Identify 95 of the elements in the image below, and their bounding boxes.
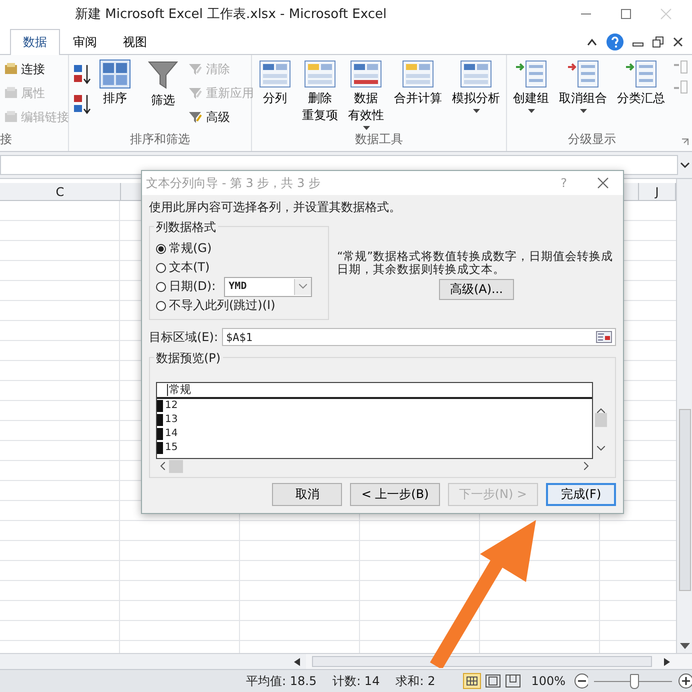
ribbon-button[interactable]: 高级 xyxy=(187,107,254,127)
advanced-button[interactable]: 高级(A)... xyxy=(438,279,514,300)
page-break-icon[interactable] xyxy=(505,674,522,688)
radio-option[interactable]: 日期(D): xyxy=(156,278,216,295)
window-title: 新建 Microsoft Excel 工作表.xlsx - Microsoft Excel xyxy=(75,6,387,23)
scroll-right-icon[interactable] xyxy=(664,658,670,666)
scroll-up-icon[interactable] xyxy=(597,408,605,413)
group-label: 接 xyxy=(0,131,13,148)
sort-descending-icon[interactable] xyxy=(73,93,91,115)
group-label: 数据预览(P) xyxy=(154,350,223,367)
ribbon-button[interactable]: 创建组 xyxy=(511,59,551,113)
column-header[interactable]: C xyxy=(0,183,121,200)
scroll-left-icon[interactable] xyxy=(160,462,165,470)
table-tool-icon xyxy=(401,59,435,89)
group-label: 排序和筛选 xyxy=(129,131,191,148)
filter-icon xyxy=(187,109,203,125)
row-marker xyxy=(157,442,163,454)
table-tool-icon xyxy=(303,59,337,89)
ribbon-button[interactable]: 合并计算 xyxy=(392,59,444,106)
connection-icon xyxy=(4,86,18,100)
ribbon-button[interactable]: 分类汇总 xyxy=(615,59,667,106)
scroll-down-icon[interactable] xyxy=(597,446,605,451)
connection-icon xyxy=(4,62,18,76)
column-type: 常规 xyxy=(169,383,191,397)
ribbon-tab[interactable]: 数据 xyxy=(10,29,60,55)
normal-view-icon[interactable] xyxy=(463,673,482,689)
radio-option[interactable]: 常规(G) xyxy=(156,240,212,257)
dialog-title: 文本分列向导 - 第 3 步，共 3 步 xyxy=(146,174,322,192)
ribbon-button[interactable]: 连接 xyxy=(4,59,45,79)
group-label: 数据工具 xyxy=(354,131,404,148)
ribbon-tab[interactable]: 视图 xyxy=(110,29,160,55)
filter-button[interactable]: 筛选 xyxy=(145,59,181,108)
scroll-left-icon[interactable] xyxy=(294,658,300,666)
ribbon-tab[interactable]: 审阅 xyxy=(60,29,110,55)
date-format-dropdown[interactable]: YMD xyxy=(224,276,312,296)
close-icon[interactable] xyxy=(597,177,609,189)
dialog-button[interactable]: 取消 xyxy=(272,483,342,506)
preview-cell: 14 xyxy=(165,427,178,441)
caret-icon xyxy=(528,109,534,113)
zoom-in-icon[interactable] xyxy=(678,673,692,689)
ribbon-button[interactable]: 删除 重复项 xyxy=(300,59,340,123)
scroll-down-icon[interactable] xyxy=(680,643,690,649)
filter-icon xyxy=(187,61,203,77)
table-tool-icon xyxy=(459,59,493,89)
vertical-scrollbar[interactable] xyxy=(676,179,692,653)
range-select-icon[interactable] xyxy=(596,331,612,343)
group-label: 列数据格式 xyxy=(154,219,218,236)
caret-icon xyxy=(362,126,370,130)
scrollbar-thumb[interactable] xyxy=(169,460,183,472)
filter-icon xyxy=(187,85,203,101)
dialog-launcher-icon[interactable] xyxy=(681,138,689,146)
outline-group-icon xyxy=(624,59,658,89)
table-tool-icon xyxy=(349,59,383,89)
row-marker xyxy=(157,428,163,440)
preview-cell: 15 xyxy=(165,441,178,455)
restore-icon[interactable] xyxy=(652,36,664,48)
collapse-ribbon-icon[interactable] xyxy=(586,37,598,47)
row-marker xyxy=(157,400,163,412)
horizontal-scrollbar[interactable] xyxy=(306,654,692,669)
row-marker xyxy=(157,414,163,426)
status-stat: 计数: 14 xyxy=(332,672,380,690)
zoom-out-icon[interactable] xyxy=(574,673,588,689)
zoom-level[interactable]: 100% xyxy=(531,674,566,688)
radio-option[interactable]: 不导入此列(跳过)(I) xyxy=(156,297,276,314)
dialog-button[interactable]: < 上一步(B) xyxy=(350,483,440,506)
radio-option[interactable]: 文本(T) xyxy=(156,259,210,276)
destination-field[interactable]: $A$1 xyxy=(222,328,616,346)
ribbon-button[interactable]: 取消组合 xyxy=(557,59,609,113)
instruction-text: 使用此屏内容可选择各列，并设置其数据格式。 xyxy=(149,199,402,216)
status-stat: 求和: 2 xyxy=(396,672,436,690)
scrollbar-thumb[interactable] xyxy=(595,412,607,426)
field-label: 目标区域(E): xyxy=(149,328,218,346)
zoom-slider[interactable] xyxy=(630,674,639,688)
maximize-icon[interactable] xyxy=(620,8,632,20)
help-icon[interactable] xyxy=(606,33,624,51)
sort-ascending-icon[interactable] xyxy=(73,63,91,85)
caret-icon xyxy=(472,109,480,113)
status-stat: 平均值: 18.5 xyxy=(246,672,317,690)
dialog-button[interactable]: 完成(F) xyxy=(546,483,616,506)
group-label: 分级显示 xyxy=(567,131,617,148)
ribbon-button[interactable]: 模拟分析 xyxy=(450,59,502,113)
ribbon-button[interactable]: 数据 有效性 xyxy=(346,59,386,130)
caret-icon xyxy=(580,109,586,113)
preview-cell: 13 xyxy=(165,413,178,427)
table-tool-icon xyxy=(258,59,292,89)
connection-icon xyxy=(4,110,18,124)
scroll-right-icon[interactable] xyxy=(584,462,589,470)
dropdown-icon[interactable] xyxy=(298,284,307,289)
description-text: “常规”数据格式将数值转换成数字，日期值会转换成日期，其余数据则转换成文本。 xyxy=(337,250,614,276)
outline-group-icon xyxy=(514,59,548,89)
page-layout-icon[interactable] xyxy=(485,674,502,688)
close-icon[interactable] xyxy=(672,36,684,48)
preview-cell: 12 xyxy=(165,399,178,413)
ribbon-button[interactable]: 分列 xyxy=(256,59,294,106)
outline-group-icon xyxy=(566,59,600,89)
